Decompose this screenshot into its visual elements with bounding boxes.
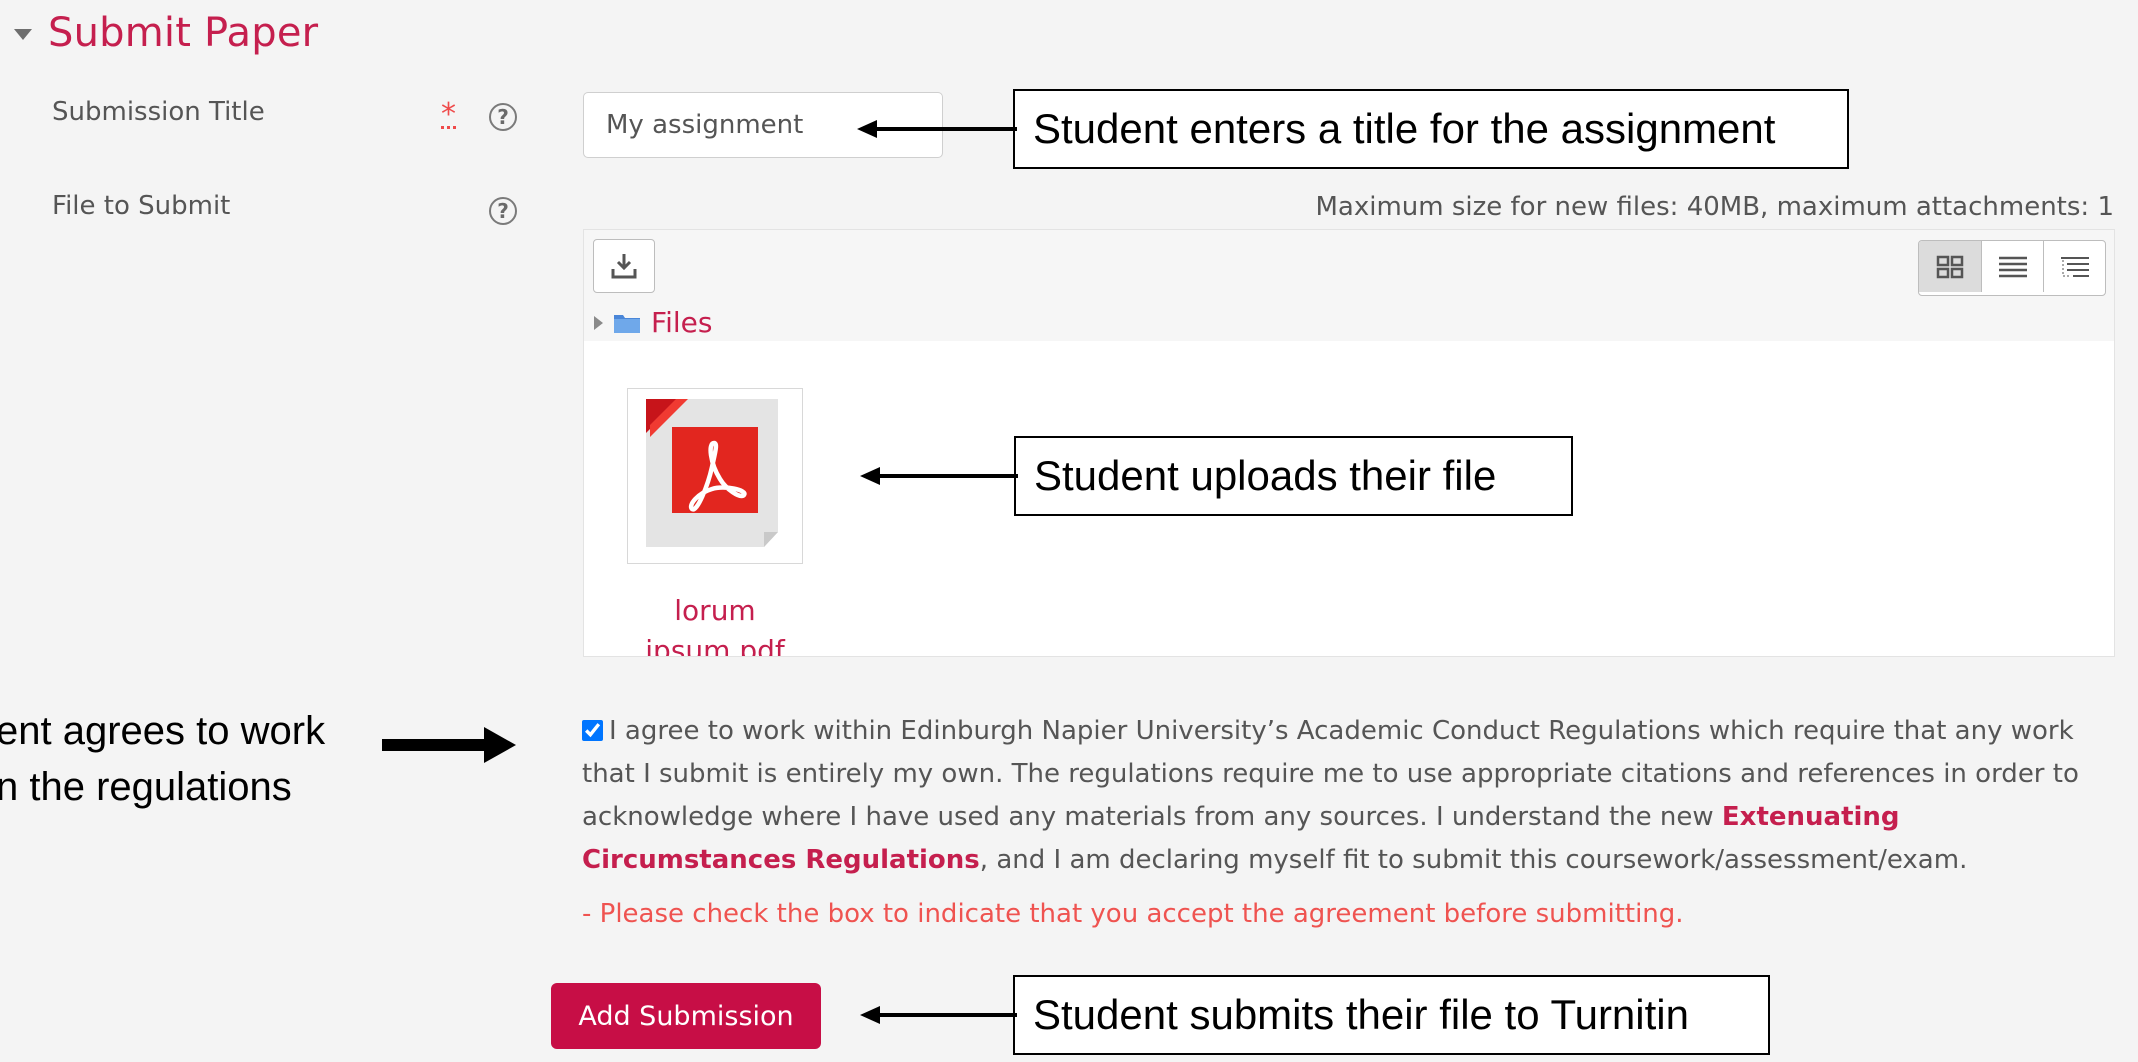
agreement-checkbox[interactable] xyxy=(582,720,603,741)
file-manager-toolbar: Files xyxy=(583,229,2115,341)
download-icon xyxy=(611,254,637,279)
list-view-button[interactable] xyxy=(1981,241,2043,292)
file-tile[interactable] xyxy=(627,388,803,564)
submit-arrow-icon xyxy=(860,1006,1017,1024)
title-callout: Student enters a title for the assignmen… xyxy=(1013,89,1849,169)
tree-view-button[interactable] xyxy=(2043,241,2105,292)
title-arrow-icon xyxy=(857,120,1017,138)
agreement-text-end: , and I am declaring myself fit to submi… xyxy=(979,845,1968,875)
folder-breadcrumb[interactable]: Files xyxy=(594,306,712,339)
file-name[interactable]: lorum xyxy=(584,591,846,631)
add-file-button[interactable] xyxy=(593,239,655,293)
files-folder-link[interactable]: Files xyxy=(651,306,712,339)
collapse-caret-icon[interactable] xyxy=(14,28,32,40)
icon-view-button[interactable] xyxy=(1919,241,1981,292)
list-icon xyxy=(1998,256,2027,277)
required-icon: * xyxy=(441,97,456,132)
help-icon[interactable]: ? xyxy=(489,197,517,225)
agreement-error-message: - Please check the box to indicate that … xyxy=(582,899,1684,929)
agree-callout-line2: n the regulations xyxy=(0,765,292,809)
agree-callout-line1: ent agrees to work xyxy=(0,709,326,753)
max-size-info: Maximum size for new files: 40MB, maximu… xyxy=(1315,192,2114,222)
file-to-submit-label: File to Submit xyxy=(52,191,231,221)
help-icon[interactable]: ? xyxy=(489,103,517,131)
add-submission-button[interactable]: Add Submission xyxy=(551,983,821,1049)
file-name-continued[interactable]: ipsum.pdf xyxy=(584,631,846,656)
upload-callout: Student uploads their file xyxy=(1014,436,1573,516)
view-mode-group xyxy=(1918,240,2106,296)
agreement-block: I agree to work within Edinburgh Napier … xyxy=(582,710,2112,882)
upload-arrow-icon xyxy=(860,467,1018,485)
pdf-file-icon xyxy=(646,399,778,547)
submit-callout: Student submits their file to Turnitin xyxy=(1013,975,1770,1055)
section-title: Submit Paper xyxy=(48,10,319,56)
agree-arrow-icon xyxy=(382,727,516,763)
submission-title-label: Submission Title xyxy=(52,97,265,127)
tree-list-icon xyxy=(2060,256,2089,277)
folder-icon xyxy=(614,314,640,333)
expand-icon[interactable] xyxy=(594,315,603,330)
grid-icon xyxy=(1936,255,1964,278)
section-header[interactable]: Submit Paper xyxy=(14,8,318,58)
